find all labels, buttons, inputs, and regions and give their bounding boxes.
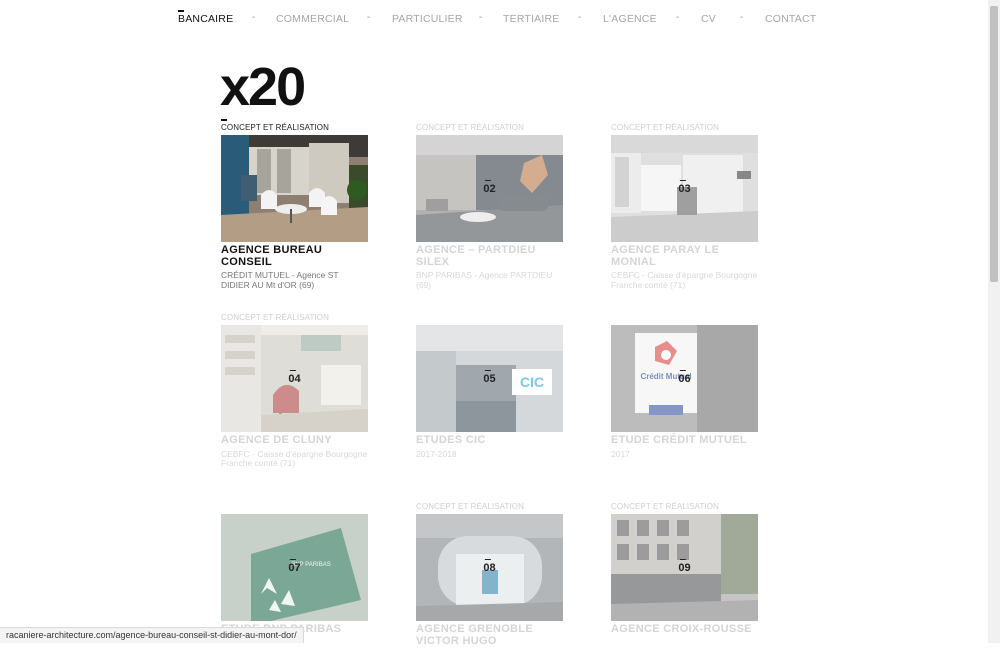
nav-separator: - <box>252 12 256 23</box>
project-title[interactable]: AGENCE – PARTDIEU SILEX <box>416 244 564 268</box>
nav-tertiaire[interactable]: TERTIAIRE <box>503 13 559 25</box>
project-card-04[interactable]: CONCEPT ET RÉALISATION 04 AGENCE DE CLUN… <box>221 313 369 469</box>
project-card-02[interactable]: CONCEPT ET RÉALISATION 02 AGENCE – PARTD… <box>416 123 564 290</box>
project-title[interactable]: ETUDE CRÉDIT MUTUEL <box>611 434 759 447</box>
project-thumbnail[interactable]: BNP PARIBAS 07 <box>221 514 368 621</box>
project-subtitle: CRÉDIT MUTUEL - Agence ST DIDIER AU Mt d… <box>221 270 339 290</box>
scrollbar-thumb[interactable] <box>990 6 998 282</box>
project-thumbnail[interactable]: 03 <box>611 135 758 242</box>
nav-separator: - <box>479 12 483 23</box>
project-thumbnail[interactable]: 01 <box>221 135 368 242</box>
project-title[interactable]: AGENCE DE CLUNY <box>221 434 369 447</box>
project-thumbnail[interactable]: CIC 05 <box>416 325 563 432</box>
project-title[interactable]: ETUDES CIC <box>416 434 564 447</box>
nav-separator: - <box>367 12 371 23</box>
link-status-bar: racaniere-architecture.com/agence-bureau… <box>0 627 304 643</box>
project-number: 03 <box>678 179 691 195</box>
project-thumbnail[interactable]: 02 <box>416 135 563 242</box>
project-card-05[interactable]: CIC 05 ETUDES CIC 2017-2018 <box>416 325 564 459</box>
nav-particulier[interactable]: PARTICULIER <box>392 13 463 25</box>
project-title[interactable]: AGENCE GRENOBLE VICTOR HUGO <box>416 623 564 647</box>
project-number: 05 <box>483 369 496 385</box>
project-card-03[interactable]: CONCEPT ET RÉALISATION 03 AGENCE PARAY L… <box>611 123 759 290</box>
project-count: x20 <box>220 57 306 117</box>
nav-separator: - <box>740 12 744 23</box>
project-tag: CONCEPT ET RÉALISATION <box>221 313 330 322</box>
project-subtitle: 2017-2018 <box>416 448 457 459</box>
project-card-06[interactable]: Crédit Mutuel 06 ETUDE CRÉDIT MUTUEL 201… <box>611 325 759 459</box>
project-thumbnail[interactable]: 09 <box>611 514 758 621</box>
project-title[interactable]: AGENCE PARAY LE MONIAL <box>611 244 759 268</box>
project-number: 09 <box>678 558 691 574</box>
nav-contact[interactable]: CONTACT <box>765 13 816 25</box>
project-title[interactable]: AGENCE CROIX-ROUSSE <box>611 623 759 636</box>
project-card-01[interactable]: CONCEPT ET RÉALISATION 01 AGENCE BUREAU … <box>221 119 369 290</box>
nav-agence[interactable]: L'AGENCE <box>603 13 657 25</box>
project-number: 08 <box>483 558 496 574</box>
project-thumbnail[interactable]: 04 <box>221 325 368 432</box>
project-thumbnail[interactable]: Crédit Mutuel 06 <box>611 325 758 432</box>
project-number: 04 <box>288 369 301 385</box>
vertical-scrollbar[interactable] <box>988 0 1000 643</box>
project-number: 07 <box>288 558 301 574</box>
project-tag: CONCEPT ET RÉALISATION <box>221 119 330 132</box>
nav-cv[interactable]: CV <box>701 13 716 25</box>
project-subtitle: BNP PARIBAS - Agence PARTDIEU (69) <box>416 270 553 290</box>
project-number: 06 <box>678 369 691 385</box>
project-title[interactable]: AGENCE BUREAU CONSEIL <box>221 244 369 268</box>
project-tag: CONCEPT ET RÉALISATION <box>611 123 720 132</box>
project-card-07[interactable]: BNP PARIBAS 07 ETUDE BNP PARIBAS <box>221 514 369 639</box>
nav-bancaire[interactable]: BANCAIRE <box>178 10 233 25</box>
nav-separator: - <box>676 12 680 23</box>
project-subtitle: CEBFC - Caisse d'épargne Bourgogne Franc… <box>611 270 758 290</box>
nav-commercial[interactable]: COMMERCIAL <box>276 13 349 25</box>
project-thumbnail[interactable]: 08 <box>416 514 563 621</box>
project-card-09[interactable]: CONCEPT ET RÉALISATION 09 AGENCE CROIX-R… <box>611 502 759 639</box>
project-number: 02 <box>483 179 496 195</box>
main-nav: BANCAIRE - COMMERCIAL - PARTICULIER - TE… <box>178 10 818 27</box>
project-card-08[interactable]: CONCEPT ET RÉALISATION 08 AGENCE GRENOBL… <box>416 502 564 650</box>
project-tag: CONCEPT ET RÉALISATION <box>611 502 720 511</box>
project-subtitle: CEBFC - Caisse d'épargne Bourgogne Franc… <box>221 448 368 468</box>
project-subtitle: 2017 <box>611 448 630 459</box>
nav-separator: - <box>578 12 582 23</box>
project-tag: CONCEPT ET RÉALISATION <box>416 502 525 511</box>
office-photo <box>221 135 368 242</box>
project-tag: CONCEPT ET RÉALISATION <box>416 123 525 132</box>
